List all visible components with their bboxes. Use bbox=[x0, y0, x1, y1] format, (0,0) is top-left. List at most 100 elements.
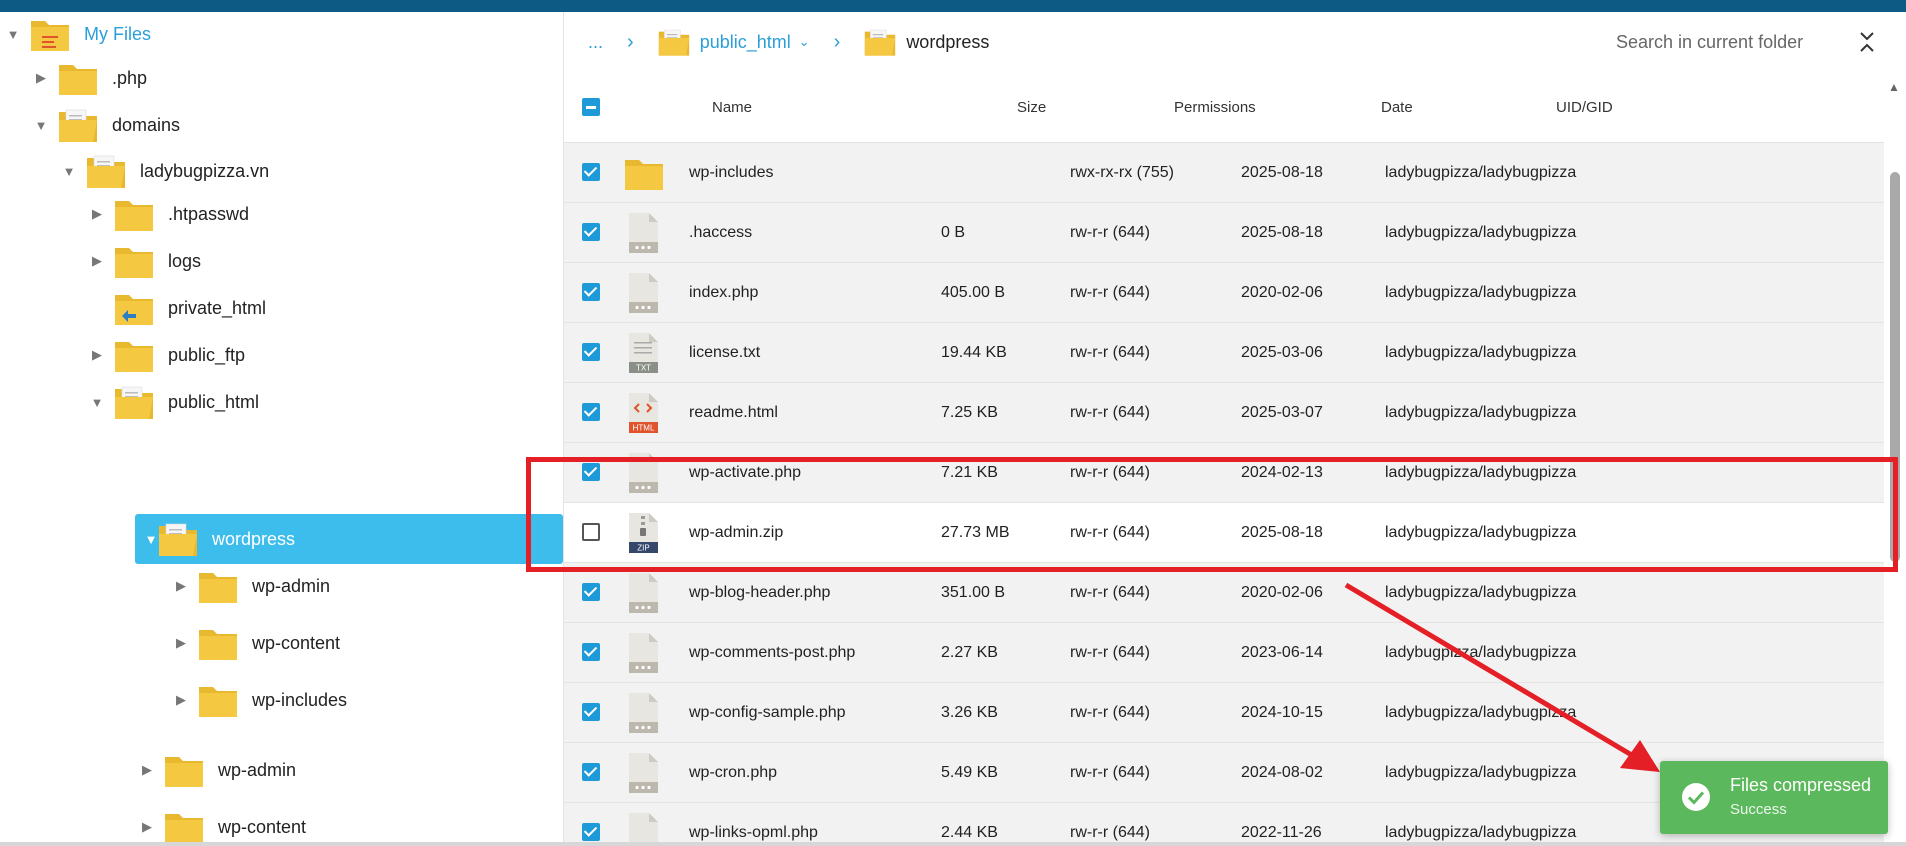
row-checkbox[interactable] bbox=[582, 403, 600, 421]
svg-text:HTML: HTML bbox=[633, 424, 655, 433]
file-uid: ladybugpizza/ladybugpizza bbox=[1385, 703, 1577, 721]
column-name[interactable]: Name bbox=[712, 72, 752, 142]
row-checkbox[interactable] bbox=[582, 343, 600, 361]
column-permissions[interactable]: Permissions bbox=[1174, 72, 1256, 142]
partial-check-icon[interactable] bbox=[582, 98, 600, 116]
tree-item-php[interactable]: ▶ .php bbox=[34, 56, 147, 100]
file-name[interactable]: wp-activate.php bbox=[689, 443, 801, 502]
collapse-icon bbox=[1860, 32, 1874, 52]
table-row[interactable]: TXT license.txt 19.44 KB rw-r-r (644) 2025-0… bbox=[564, 323, 1884, 383]
file-name[interactable]: .haccess bbox=[689, 203, 752, 262]
tree-item-wp-admin[interactable]: ▶ wp-admin bbox=[140, 748, 296, 792]
toast-notification[interactable]: Files compressed Success bbox=[1660, 761, 1888, 834]
chevron-right-icon[interactable]: ▶ bbox=[140, 762, 154, 778]
search-input[interactable] bbox=[1614, 26, 1858, 58]
file-date: 2025-08-18 bbox=[1241, 163, 1323, 181]
chevron-down-icon[interactable]: ⌄ bbox=[799, 34, 810, 50]
tree-item-logs[interactable]: ▶ logs bbox=[90, 239, 201, 283]
row-checkbox[interactable] bbox=[582, 283, 600, 301]
file-name[interactable]: wp-cron.php bbox=[689, 743, 777, 802]
chevron-right-icon[interactable]: ▶ bbox=[174, 578, 188, 594]
column-size[interactable]: Size bbox=[1017, 72, 1046, 142]
tree-item-wp-admin[interactable]: ▶ wp-admin bbox=[174, 564, 330, 608]
table-row[interactable]: HTML readme.html 7.25 KB rw-r-r (644) 2025-0… bbox=[564, 383, 1884, 443]
row-checkbox[interactable] bbox=[582, 763, 600, 781]
tree-item-wp-includes[interactable]: ▶ wp-includes bbox=[174, 678, 347, 722]
chevron-down-icon[interactable]: ▼ bbox=[90, 395, 104, 410]
breadcrumb-ellipsis[interactable]: ... bbox=[588, 32, 603, 53]
row-checkbox[interactable] bbox=[582, 703, 600, 721]
folder-open-icon bbox=[864, 27, 896, 57]
tree-item-private-html[interactable]: ▶ private_html bbox=[90, 286, 266, 330]
chevron-right-icon[interactable]: ▶ bbox=[174, 635, 188, 651]
file-size: 5.49 KB bbox=[941, 763, 998, 781]
file-uid: ladybugpizza/ladybugpizza bbox=[1385, 283, 1577, 301]
tree-item-public-html[interactable]: ▼ public_html bbox=[90, 380, 259, 424]
tree-item-label: wp-includes bbox=[252, 689, 348, 710]
chevron-right-icon[interactable]: ▶ bbox=[140, 819, 154, 835]
chevron-right-icon[interactable]: ▶ bbox=[174, 692, 188, 708]
home-folder-icon bbox=[30, 16, 70, 52]
chevron-right-icon[interactable]: ▶ bbox=[34, 70, 48, 86]
folder-icon bbox=[164, 752, 204, 788]
tree-item-wordpress[interactable]: ▼ wordpress bbox=[144, 517, 295, 561]
file-name[interactable]: index.php bbox=[689, 263, 758, 322]
folder-icon bbox=[198, 568, 238, 604]
scrollbar-thumb[interactable] bbox=[1890, 172, 1900, 562]
chevron-right-icon[interactable]: ▶ bbox=[90, 206, 104, 222]
table-row[interactable]: wp-blog-header.php 351.00 B rw-r-r (644) 20… bbox=[564, 563, 1884, 623]
breadcrumb-public-html[interactable]: public_html bbox=[700, 32, 791, 53]
chevron-down-icon[interactable]: ▼ bbox=[34, 118, 48, 133]
collapse-toggle-button[interactable] bbox=[1852, 26, 1882, 58]
table-row[interactable]: wp-config-sample.php 3.26 KB rw-r-r (644) 2… bbox=[564, 683, 1884, 743]
row-checkbox[interactable] bbox=[582, 463, 600, 481]
row-checkbox[interactable] bbox=[582, 823, 600, 841]
table-row[interactable]: ZIP wp-admin.zip 27.73 MB rw-r-r (644) 2025-… bbox=[564, 503, 1884, 563]
column-uid[interactable]: UID/GID bbox=[1556, 72, 1613, 142]
file-name[interactable]: wp-config-sample.php bbox=[689, 683, 846, 742]
tree-root-my-files[interactable]: ▼ My Files bbox=[6, 12, 151, 56]
chevron-down-icon[interactable]: ▼ bbox=[144, 532, 158, 547]
tree-item-label: .htpasswd bbox=[168, 203, 250, 224]
select-all-checkbox[interactable] bbox=[582, 72, 600, 142]
file-name[interactable]: license.txt bbox=[689, 323, 760, 382]
file-name[interactable]: wp-blog-header.php bbox=[689, 563, 830, 622]
column-date[interactable]: Date bbox=[1381, 72, 1413, 142]
file-name[interactable]: wp-links-opml.php bbox=[689, 803, 818, 846]
row-checkbox[interactable] bbox=[582, 583, 600, 601]
tree-item-label: wordpress bbox=[212, 528, 296, 549]
tree-item-wp-content[interactable]: ▶ wp-content bbox=[140, 805, 306, 846]
row-checkbox[interactable] bbox=[582, 223, 600, 241]
tree-item-ladybugpizza[interactable]: ▼ ladybugpizza.vn bbox=[62, 149, 269, 193]
folder-open-icon bbox=[114, 384, 154, 420]
file-name[interactable]: readme.html bbox=[689, 383, 778, 442]
chevron-down-icon[interactable]: ▼ bbox=[62, 164, 76, 179]
tree-item-wp-content[interactable]: ▶ wp-content bbox=[174, 621, 340, 665]
row-checkbox[interactable] bbox=[582, 643, 600, 661]
scroll-up-icon[interactable]: ▲ bbox=[1888, 80, 1900, 94]
table-row[interactable]: wp-activate.php 7.21 KB rw-r-r (644) 2024-0… bbox=[564, 443, 1884, 503]
file-date: 2025-08-18 bbox=[1241, 223, 1323, 241]
file-date: 2020-02-06 bbox=[1241, 583, 1323, 601]
table-row[interactable]: wp-includes rwx-rx-rx (755) 2025-08-18 lady… bbox=[564, 143, 1884, 203]
file-permissions: rw-r-r (644) bbox=[1070, 823, 1150, 841]
chevron-down-icon[interactable]: ▼ bbox=[6, 27, 20, 42]
chevron-right-icon[interactable]: ▶ bbox=[90, 347, 104, 363]
table-row[interactable]: .haccess 0 B rw-r-r (644) 2025-08-18 ladybug… bbox=[564, 203, 1884, 263]
folder-icon bbox=[164, 809, 204, 845]
tree-item-domains[interactable]: ▼ domains bbox=[34, 103, 180, 147]
file-name[interactable]: wp-comments-post.php bbox=[689, 623, 855, 682]
tree-item-label: wp-admin bbox=[252, 575, 331, 596]
chevron-right-icon[interactable]: ▶ bbox=[90, 253, 104, 269]
tree-item-htpasswd[interactable]: ▶ .htpasswd bbox=[90, 192, 249, 236]
file-name[interactable]: wp-admin.zip bbox=[689, 503, 783, 562]
table-row[interactable]: wp-comments-post.php 2.27 KB rw-r-r (644) 2… bbox=[564, 623, 1884, 683]
row-checkbox[interactable] bbox=[582, 523, 600, 541]
tree-item-public-ftp[interactable]: ▶ public_ftp bbox=[90, 333, 245, 377]
file-name[interactable]: wp-includes bbox=[689, 143, 773, 202]
file-permissions: rwx-rx-rx (755) bbox=[1070, 163, 1174, 181]
row-checkbox[interactable] bbox=[582, 163, 600, 181]
vertical-scrollbar[interactable]: ▲ bbox=[1884, 72, 1906, 846]
table-row[interactable]: index.php 405.00 B rw-r-r (644) 2020-02-06 l… bbox=[564, 263, 1884, 323]
tree-item-label: .php bbox=[112, 67, 148, 88]
